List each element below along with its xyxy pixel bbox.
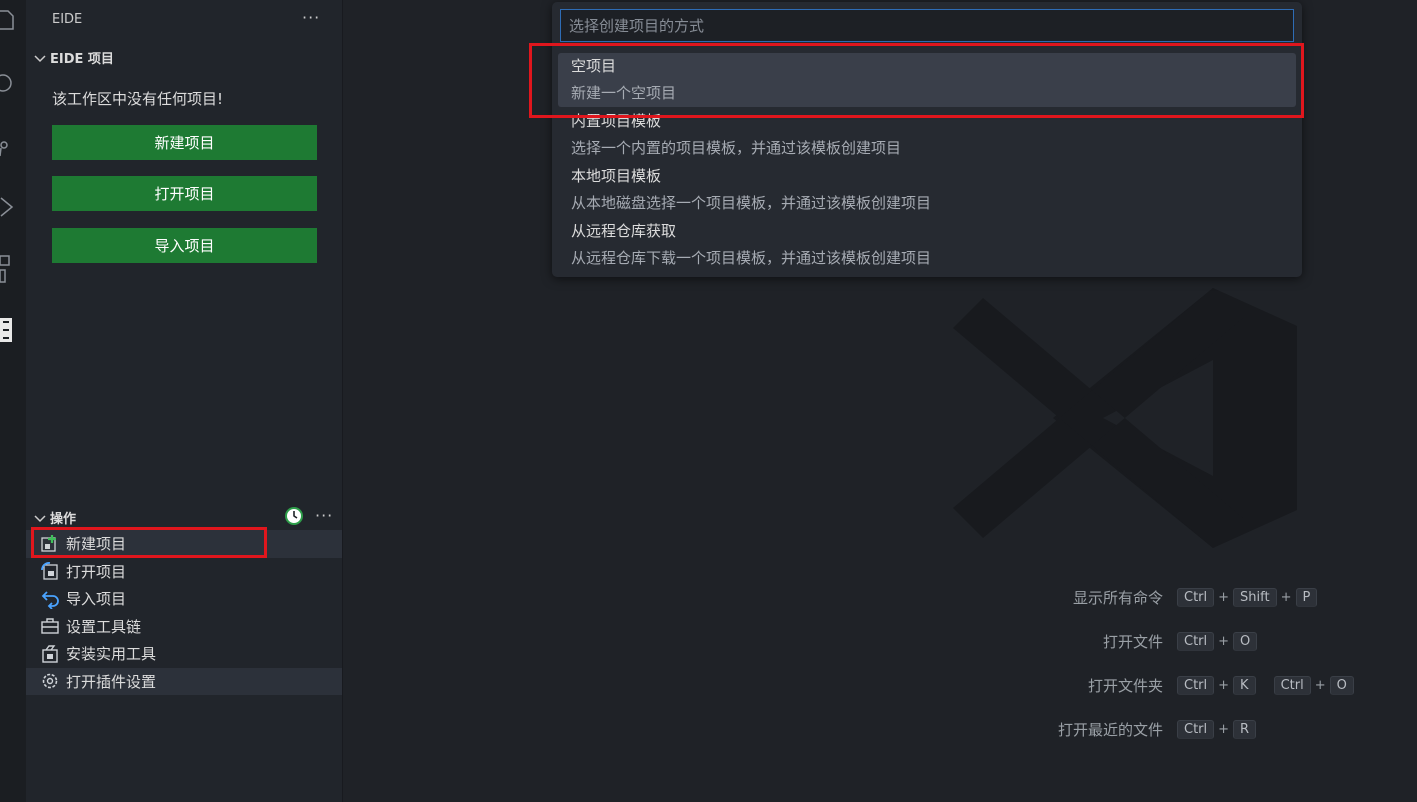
sidebar-more-actions-icon[interactable]: ··· (302, 8, 320, 27)
key-cap: K (1233, 675, 1256, 695)
operations-more-actions-icon[interactable]: ··· (315, 506, 333, 525)
op-item-open-plugin-settings[interactable]: 打开插件设置 (26, 667, 342, 695)
shortcut-label: 打开文件 (1102, 632, 1163, 651)
op-item-label: 打开插件设置 (66, 672, 157, 691)
quick-pick-item-label: 从远程仓库获取 (571, 222, 677, 240)
op-item-set-toolchain[interactable]: 设置工具链 (26, 613, 342, 641)
new-project-button[interactable]: 新建项目 (52, 125, 317, 160)
key-cap: Ctrl (1177, 631, 1215, 651)
key-plus: + (1314, 677, 1326, 693)
key-cap: R (1233, 719, 1257, 739)
key-plus: + (1218, 721, 1230, 737)
explorer-icon[interactable] (0, 8, 14, 30)
op-item-open-project[interactable]: 打开项目 (26, 558, 342, 586)
op-item-import-project[interactable]: 导入项目 (26, 585, 342, 613)
key-plus: + (1280, 589, 1292, 605)
install-tools-icon (42, 645, 58, 663)
shortcut-label: 显示所有命令 (1072, 588, 1163, 607)
quick-pick-item-local-template[interactable]: 本地项目模板 从本地磁盘选择一个项目模板，并通过该模板创建项目 (558, 163, 1296, 217)
shortcut-keys: Ctrl + R (1177, 719, 1417, 739)
sidebar: EIDE ··· EIDE 项目 该工作区中没有任何项目! 新建项目 打开项目 … (26, 0, 343, 802)
quick-pick-item-label: 本地项目模板 (571, 167, 662, 185)
key-cap: Ctrl (1177, 675, 1215, 695)
op-item-label: 安装实用工具 (66, 645, 157, 664)
history-icon[interactable] (284, 506, 304, 526)
annotation-highlight-box (529, 43, 1304, 118)
import-project-icon (41, 591, 59, 609)
key-cap: O (1233, 631, 1258, 651)
key-plus: + (1218, 633, 1230, 649)
key-cap: O (1329, 675, 1354, 695)
key-cap: Ctrl (1273, 675, 1311, 695)
quick-pick-item-remote-repo[interactable]: 从远程仓库获取 从远程仓库下载一个项目模板，并通过该模板创建项目 (558, 218, 1296, 272)
chevron-down-icon (34, 514, 46, 522)
section-title: EIDE 项目 (50, 52, 114, 67)
key-plus: + (1218, 677, 1230, 693)
import-project-button[interactable]: 导入项目 (52, 228, 317, 263)
annotation-highlight-box (31, 527, 267, 558)
vscode-logo-watermark-icon (953, 288, 1297, 548)
shortcut-row-open-recent: 打开最近的文件 Ctrl + R (763, 716, 1417, 742)
toolbox-icon (41, 618, 59, 634)
run-debug-icon[interactable] (0, 196, 14, 218)
source-control-icon[interactable] (0, 136, 14, 158)
empty-workspace-message: 该工作区中没有任何项目! (52, 90, 224, 108)
search-icon[interactable] (0, 72, 14, 94)
key-plus: + (1218, 589, 1230, 605)
shortcut-keys: Ctrl + K Ctrl + O (1177, 675, 1417, 695)
sidebar-header-title: EIDE (52, 12, 83, 27)
op-item-label: 打开项目 (66, 562, 127, 581)
quick-pick-item-description: 选择一个内置的项目模板，并通过该模板创建项目 (571, 139, 902, 157)
activity-bar (0, 0, 26, 802)
shortcut-row-open-folder: 打开文件夹 Ctrl + K Ctrl + O (763, 672, 1417, 698)
key-cap: P (1295, 587, 1318, 607)
operations-section-header[interactable]: 操作 (34, 508, 76, 527)
open-project-icon (41, 562, 58, 580)
op-item-label: 设置工具链 (66, 617, 142, 636)
op-item-install-tools[interactable]: 安装实用工具 (26, 640, 342, 668)
extensions-icon[interactable] (0, 254, 14, 284)
quick-pick-item-description: 从远程仓库下载一个项目模板，并通过该模板创建项目 (571, 249, 932, 267)
shortcut-row-show-all-commands: 显示所有命令 Ctrl + Shift + P (763, 584, 1417, 610)
key-cap: Shift (1233, 587, 1277, 607)
shortcut-keys: Ctrl + O (1177, 631, 1417, 651)
open-project-button[interactable]: 打开项目 (52, 176, 317, 211)
eide-projects-section-header[interactable]: EIDE 项目 (34, 48, 114, 67)
section-title: 操作 (50, 512, 77, 527)
quick-pick-item-description: 从本地磁盘选择一个项目模板，并通过该模板创建项目 (571, 194, 932, 212)
gear-icon (42, 673, 58, 689)
key-cap: Ctrl (1177, 587, 1215, 607)
quick-pick-input[interactable] (560, 9, 1294, 42)
op-item-label: 导入项目 (66, 590, 127, 609)
shortcut-label: 打开最近的文件 (1057, 720, 1163, 739)
key-cap: Ctrl (1177, 719, 1215, 739)
chevron-down-icon (34, 54, 46, 62)
shortcut-keys: Ctrl + Shift + P (1177, 587, 1417, 607)
shortcut-label: 打开文件夹 (1087, 676, 1163, 695)
eide-icon[interactable] (0, 316, 14, 344)
shortcut-row-open-file: 打开文件 Ctrl + O (763, 628, 1417, 654)
